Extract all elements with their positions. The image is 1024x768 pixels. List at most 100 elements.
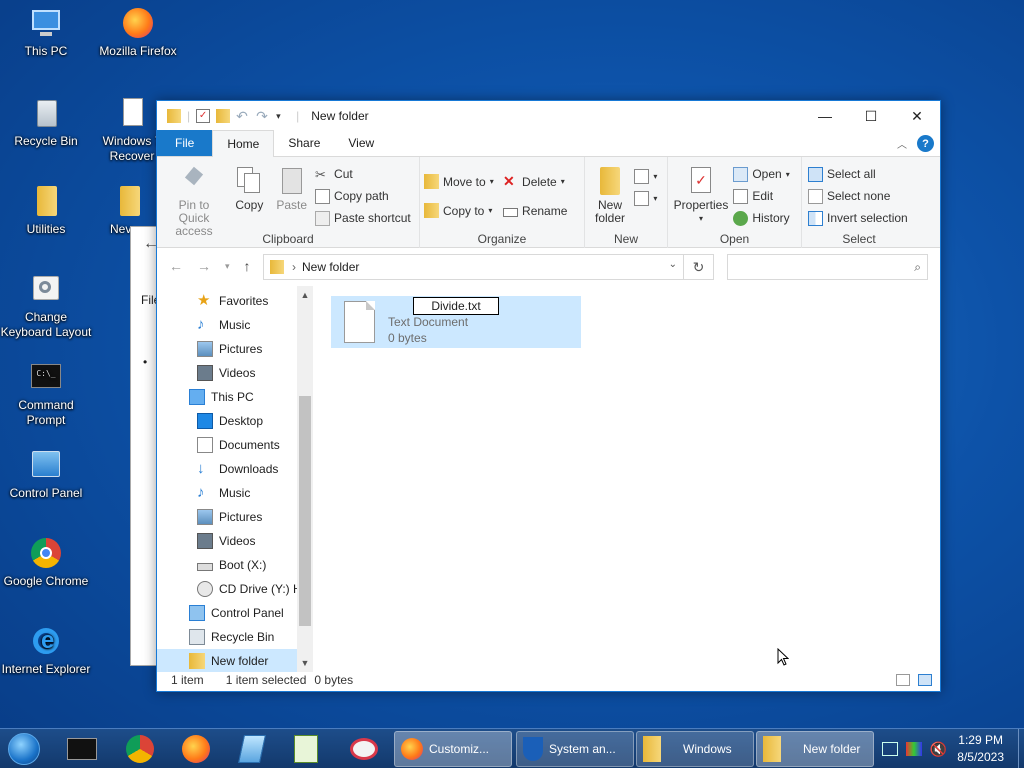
help-icon[interactable]: ?	[917, 135, 934, 152]
command-prompt-icon: C:\_	[29, 360, 63, 394]
nav-item-boot-drive[interactable]: Boot (X:)	[197, 553, 266, 577]
nav-item-recycle-bin[interactable]: Recycle Bin	[189, 625, 274, 649]
taskbar-firefox[interactable]	[174, 731, 218, 767]
copy-path-button[interactable]: Copy path	[315, 185, 411, 207]
nav-pane-scrollbar[interactable]: ▲ ▼	[297, 286, 313, 672]
open-button[interactable]: Open ▾	[733, 163, 790, 185]
title-bar[interactable]: | ✓ ↶ ↷ ▾ | New folder — ☐ ✕	[157, 101, 940, 131]
taskbar-window-firefox[interactable]: Customiz...	[394, 731, 512, 767]
large-icons-view-icon[interactable]	[918, 674, 932, 686]
easy-access-button[interactable]: ▾	[634, 187, 657, 209]
maximize-button[interactable]: ☐	[848, 101, 894, 131]
taskbar-command-prompt[interactable]	[60, 731, 104, 767]
status-item-count: 1 item	[171, 673, 204, 687]
select-none-button[interactable]: Select none	[808, 185, 908, 207]
show-desktop-button[interactable]	[1018, 729, 1024, 768]
tab-view[interactable]: View	[334, 130, 388, 156]
rename-button[interactable]: Rename	[503, 196, 567, 225]
file-item-selected[interactable]: Divide.txt Text Document 0 bytes	[331, 296, 581, 348]
scroll-up-icon[interactable]: ▲	[297, 290, 313, 300]
undo-icon[interactable]: ↶	[236, 109, 250, 123]
new-folder-button[interactable]: New folder	[589, 161, 631, 229]
nav-item-music[interactable]: ♪ Music	[197, 313, 250, 337]
new-folder-icon[interactable]	[216, 109, 231, 123]
desktop-icon-firefox[interactable]: Mozilla Firefox	[92, 6, 184, 59]
taskbar-chrome[interactable]	[118, 731, 162, 767]
cut-button[interactable]: ✂ Cut	[315, 163, 411, 185]
minimize-button[interactable]: —	[802, 101, 848, 131]
start-button[interactable]	[2, 731, 46, 767]
edit-button[interactable]: Edit	[733, 185, 789, 207]
taskbar-window-new-folder[interactable]: New folder	[756, 731, 874, 767]
copy-button[interactable]: Copy	[230, 161, 268, 216]
refresh-button[interactable]: ↻	[684, 254, 714, 280]
nav-item-pictures[interactable]: Pictures	[197, 505, 262, 529]
forward-arrow-icon[interactable]: →	[197, 258, 211, 274]
desktop-icon-internet-explorer[interactable]: e Internet Explorer	[0, 624, 92, 677]
properties-button[interactable]: ✓ Properties ▾	[672, 161, 730, 229]
nav-item-this-pc[interactable]: This PC	[189, 385, 254, 409]
move-to-button[interactable]: Move to ▾	[424, 167, 494, 196]
nav-item-desktop[interactable]: Desktop	[197, 409, 263, 433]
taskbar-window-windows[interactable]: Windows	[636, 731, 754, 767]
details-view-icon[interactable]	[896, 674, 910, 686]
nav-item-videos[interactable]: Videos	[197, 529, 255, 553]
pin-to-quick-access-button[interactable]: Pin to Quick access	[161, 161, 227, 242]
taskbar-notepad[interactable]	[230, 731, 274, 767]
taskbar-notepad-plus-plus[interactable]	[284, 731, 328, 767]
breadcrumb-current[interactable]: New folder	[302, 260, 359, 274]
address-bar[interactable]: › New folder ⌄	[263, 254, 684, 280]
group-open: ✓ Properties ▾ Open ▾ Edit History Open	[668, 157, 802, 248]
nav-item-control-panel[interactable]: Control Panel	[189, 601, 284, 625]
display-icon[interactable]	[905, 742, 922, 756]
firefox-icon	[121, 6, 155, 40]
desktop-icon-change-keyboard-layout[interactable]: Change Keyboard Layout	[0, 272, 92, 340]
volume-muted-icon[interactable]: 🔇	[930, 741, 947, 758]
nav-item-pictures[interactable]: Pictures	[197, 337, 262, 361]
address-dropdown-chevron-icon[interactable]: ⌄	[669, 259, 677, 270]
desktop-icon-control-panel[interactable]: Control Panel	[0, 448, 92, 501]
history-button[interactable]: History	[733, 207, 790, 229]
desktop-icon-recycle-bin[interactable]: Recycle Bin	[0, 96, 92, 149]
rename-input[interactable]: Divide.txt	[413, 297, 499, 315]
tab-home[interactable]: Home	[212, 130, 275, 157]
paste-button[interactable]: Paste	[272, 161, 312, 216]
nav-item-videos[interactable]: Videos	[197, 361, 255, 385]
tab-file[interactable]: File	[157, 130, 213, 156]
desktop-icon-command-prompt[interactable]: C:\_ Command Prompt	[0, 360, 92, 428]
collapse-ribbon-chevron-icon[interactable]: ︿	[897, 136, 907, 151]
paste-shortcut-button[interactable]: Paste shortcut	[315, 207, 411, 229]
delete-button[interactable]: ✕ Delete ▾	[503, 167, 567, 196]
desktop-icon-google-chrome[interactable]: Google Chrome	[0, 536, 92, 589]
properties-check-icon[interactable]: ✓	[196, 109, 211, 123]
search-input[interactable]: ⌕	[727, 254, 928, 280]
videos-icon	[197, 533, 213, 549]
back-arrow-icon[interactable]: ←	[169, 258, 183, 274]
nav-item-music[interactable]: ♪ Music	[197, 481, 250, 505]
desktop-icon-utilities[interactable]: Utilities	[0, 184, 92, 237]
up-arrow-icon[interactable]: ↑	[244, 258, 251, 274]
taskbar-window-system[interactable]: System an...	[516, 731, 634, 767]
redo-icon[interactable]: ↷	[256, 109, 270, 123]
clock[interactable]: 1:29 PM 8/5/2023	[957, 732, 1004, 766]
invert-selection-button[interactable]: Invert selection	[808, 207, 908, 229]
scroll-down-icon[interactable]: ▼	[297, 658, 313, 668]
taskbar-snipping-tool[interactable]	[342, 731, 386, 767]
nav-item-cd-drive[interactable]: CD Drive (Y:) H	[197, 577, 302, 601]
invert-selection-icon	[808, 210, 823, 226]
nav-item-downloads[interactable]: ↓ Downloads	[197, 457, 278, 481]
music-icon: ♪	[197, 484, 205, 501]
customize-qat-chevron-icon[interactable]: ▾	[276, 109, 290, 123]
copy-to-button[interactable]: Copy to ▾	[424, 196, 494, 225]
tab-share[interactable]: Share	[274, 130, 334, 156]
recent-locations-chevron-icon[interactable]: ▾	[225, 261, 230, 272]
network-icon[interactable]	[881, 742, 898, 756]
nav-item-favorites[interactable]: ★ Favorites	[197, 289, 268, 313]
file-list[interactable]: Divide.txt Text Document 0 bytes	[313, 286, 940, 672]
scrollbar-thumb[interactable]	[299, 396, 311, 626]
nav-item-documents[interactable]: Documents	[197, 433, 280, 457]
select-all-button[interactable]: Select all	[808, 163, 908, 185]
new-item-button[interactable]: ▾	[634, 165, 657, 187]
desktop-icon-this-pc[interactable]: This PC	[0, 6, 92, 59]
close-button[interactable]: ✕	[894, 101, 940, 131]
